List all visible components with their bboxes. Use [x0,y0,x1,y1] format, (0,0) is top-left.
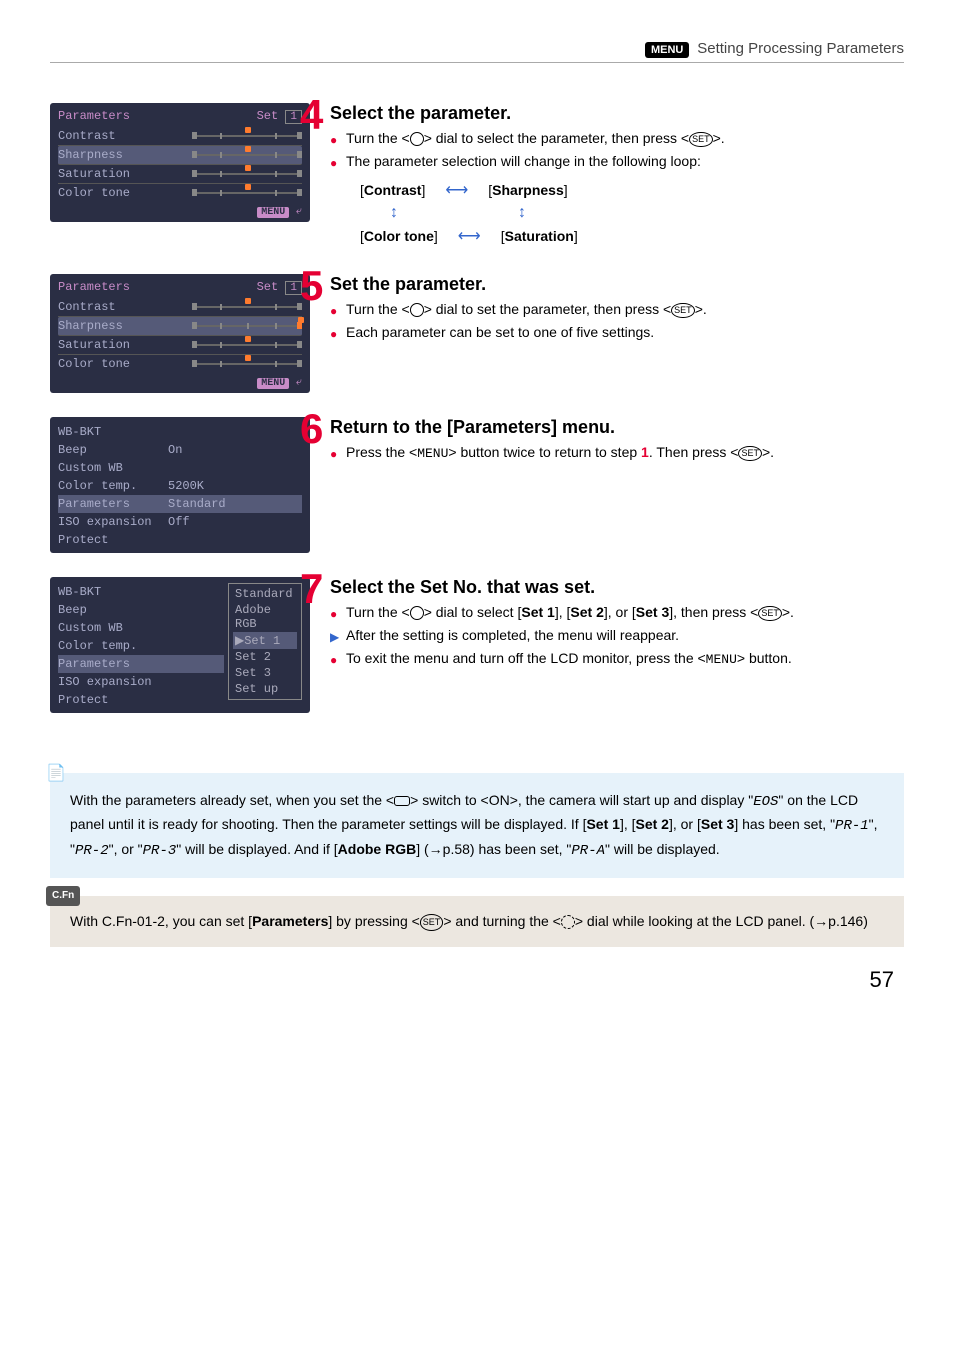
menu-row: BeepOn [58,441,302,459]
menu-row: Beep [58,601,224,619]
menu-row: Color temp.5200K [58,477,302,495]
lcd1-r2: Saturation [58,167,130,181]
step7-b2: After the setting is completed, the menu… [346,625,904,646]
menu-row: Color temp. [58,637,224,655]
step7-b1: Turn the <> dial to select [Set 1], [Set… [346,602,904,623]
lcd2-title: Parameters [58,280,130,294]
set-icon: SET [420,914,444,930]
step4-b2: The parameter selection will change in t… [346,151,904,172]
step4-b1: Turn the <> dial to select the parameter… [346,128,904,149]
set-icon: SET [689,132,713,148]
menu-row: Custom WB [58,619,224,637]
lcd1-r0: Contrast [58,129,116,143]
submenu-item: Standard [233,586,297,602]
menu-row: ParametersStandard [58,495,302,513]
lcd2-r2: Saturation [58,338,130,352]
step4-title: Select the parameter. [330,103,904,124]
arrow-lr-icon: ⟷ [445,180,468,200]
lcd1-r3: Color tone [58,186,130,200]
tip-box: 📄 With the parameters already set, when … [50,773,904,878]
lcd-params-1: Parameters Set 1 Contrast Sharpness Satu… [50,103,310,222]
lcd-menu-2: WB-BKTBeepCustom WBColor temp.Parameters… [50,577,310,713]
step5-b1: Turn the <> dial to set the parameter, t… [346,299,904,320]
step5-b2: Each parameter can be set to one of five… [346,322,904,343]
lcd2-r3: Color tone [58,357,130,371]
arrow-ud-icon: ↕ [518,204,526,222]
submenu-box: StandardAdobe RGB▶Set 1Set 2Set 3Set up [228,583,302,700]
lcd2-set-label: Set [257,280,279,294]
menu-chip: MENU [645,42,689,58]
submenu-item: Set 2 [233,649,297,665]
lcd2-r1: Sharpness [58,319,123,333]
step6-num: 6 [300,405,323,453]
quick-dial-icon [410,132,424,146]
quick-dial-icon [410,606,424,620]
step5-title: Set the parameter. [330,274,904,295]
lcd1-menu: MENU [257,207,289,218]
bullet-icon: ● [330,128,346,149]
step7-b3: To exit the menu and turn off the LCD mo… [346,648,904,670]
header-title: Setting Processing Parameters [697,40,904,57]
bullet-icon: ● [330,151,346,172]
step7-num: 7 [300,565,323,613]
menu-row: WB-BKT [58,423,302,441]
arrow-ud-icon: ↕ [390,204,398,222]
bullet-icon: ● [330,442,346,464]
lcd-menu-1: WB-BKTBeepOnCustom WBColor temp.5200KPar… [50,417,310,553]
lcd1-r1: Sharpness [58,148,123,162]
submenu-item: Set 3 [233,665,297,681]
main-dial-icon [561,915,575,929]
menu-text: MENU [417,446,448,461]
quick-dial-icon [410,303,424,317]
lcd-params-2: Parameters Set 1 Contrast Sharpness Satu… [50,274,310,393]
bullet-icon: ● [330,602,346,623]
step6-title: Return to the [Parameters] menu. [330,417,904,438]
step6-b1: Press the <MENU> button twice to return … [346,442,904,464]
page-number: 57 [50,967,894,993]
note-icon: 📄 [46,761,66,787]
cfn-box: C.Fn With C.Fn-01-2, you can set [Parame… [50,896,904,946]
set-icon: SET [758,606,782,622]
arrow-lr-icon: ⟷ [458,226,481,246]
lcd2-menu: MENU [257,378,289,389]
submenu-item: Adobe RGB [233,602,297,632]
menu-row: Protect [58,691,224,709]
menu-row: WB-BKT [58,583,224,601]
menu-row: Parameters [58,655,224,673]
menu-row: ISO expansion [58,673,224,691]
menu-row: Custom WB [58,459,302,477]
bullet-icon: ● [330,299,346,320]
menu-row: ISO expansionOff [58,513,302,531]
bullet-icon: ● [330,322,346,343]
submenu-item: ▶Set 1 [233,632,297,649]
lcd2-r0: Contrast [58,300,116,314]
bullet-icon: ● [330,648,346,670]
bullet-icon: ▶ [330,625,346,646]
menu-row: Protect [58,531,302,549]
loop-diagram: [Contrast] ⟷ [Sharpness] ↕ ↕ [Color tone… [360,180,904,246]
submenu-item: Set up [233,681,297,697]
step7-title: Select the Set No. that was set. [330,577,904,598]
menu-text: MENU [706,652,737,667]
set-icon: SET [738,446,762,462]
lcd1-set-label: Set [257,109,279,123]
step5-num: 5 [300,262,323,310]
lcd1-title: Parameters [58,109,130,123]
set-icon: SET [671,303,695,319]
cfn-chip: C.Fn [46,886,80,906]
step4-num: 4 [300,91,323,139]
main-dial-icon [394,796,410,806]
